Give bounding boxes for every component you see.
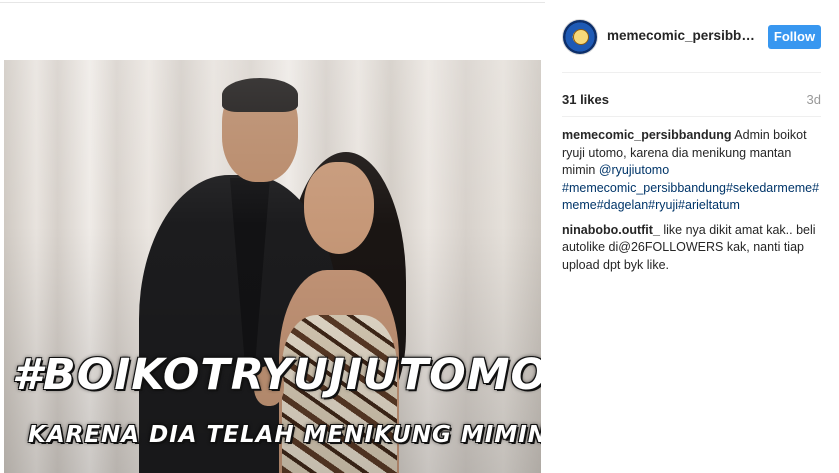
post-sidebar: memecomic_persibban... Follow 31 likes 3… — [545, 0, 839, 473]
post-media-area: #BOIKOTRYUJIUTOMO KARENA DIA TELAH MENIK… — [0, 0, 545, 473]
caption-username[interactable]: memecomic_persibbandung — [562, 128, 732, 142]
media-top-border — [0, 2, 545, 3]
post-timestamp[interactable]: 3d — [807, 92, 821, 107]
instagram-post-view: #BOIKOTRYUJIUTOMO KARENA DIA TELAH MENIK… — [0, 0, 839, 473]
comment-username[interactable]: ninabobo.outfit_ — [562, 223, 660, 237]
post-header: memecomic_persibban... Follow — [545, 0, 839, 72]
comment-item: ninabobo.outfit_ like nya dikit amat kak… — [562, 222, 824, 275]
header-username[interactable]: memecomic_persibban... — [607, 28, 757, 43]
header-divider — [562, 72, 821, 73]
avatar-emblem-icon — [573, 29, 589, 45]
photo-shade — [4, 60, 541, 473]
caption-mention-link[interactable]: @ryujiutomo — [599, 163, 669, 177]
likes-count[interactable]: 31 likes — [562, 92, 609, 107]
post-photo[interactable]: #BOIKOTRYUJIUTOMO KARENA DIA TELAH MENIK… — [4, 60, 541, 473]
comments-section: memecomic_persibbandung Admin boikot ryu… — [562, 127, 824, 281]
photo-overlay-title: #BOIKOTRYUJIUTOMO — [12, 350, 541, 400]
photo-overlay-subtitle: KARENA DIA TELAH MENIKUNG MIMIN — [28, 422, 541, 448]
likes-divider — [562, 116, 821, 117]
user-avatar[interactable] — [562, 19, 598, 55]
follow-button[interactable]: Follow — [768, 25, 821, 49]
caption-hashtags-link[interactable]: #memecomic_persibbandung#sekedarmeme#mem… — [562, 181, 819, 213]
likes-row: 31 likes 3d — [562, 92, 821, 110]
caption: memecomic_persibbandung Admin boikot ryu… — [562, 127, 824, 215]
media-top-gap — [0, 0, 545, 60]
